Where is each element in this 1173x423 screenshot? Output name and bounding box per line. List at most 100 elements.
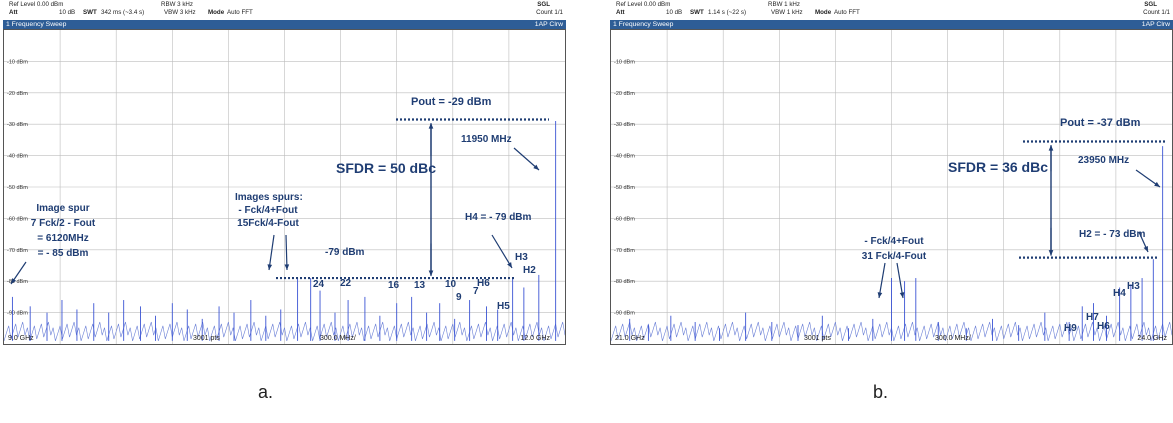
h2-label: H2 — [523, 265, 536, 276]
count-label: Count 1/1 — [536, 9, 563, 16]
y-tick-label: -80 dBm — [7, 279, 28, 285]
h6-label: H6 — [1097, 321, 1110, 332]
spur-24-label: 24 — [313, 279, 325, 290]
plot-footer: 21.0 GHz 3001 pts 300.0 MHz/ 24.0 GHz — [610, 333, 1173, 344]
plot-footer: 9.0 GHz 3001 pts 300.0 MHz/ 12.0 GHz — [3, 333, 566, 344]
arrow-head — [1048, 145, 1054, 151]
vbw-value: VBW 3 kHz — [164, 9, 196, 16]
mode-value: Auto FFT — [834, 9, 860, 16]
att-value: 10 dB — [666, 9, 683, 16]
sfdr-label: SFDR = 36 dBc — [948, 159, 1048, 175]
spur-22-label: 22 — [340, 278, 352, 289]
sgl-label: SGL — [1144, 1, 1157, 8]
sweep-title: 1 Frequency Sweep — [613, 21, 674, 28]
carrier-label: 11950 MHz — [461, 134, 512, 145]
h2-label: H2 = - 73 dBm — [1079, 229, 1146, 240]
swt-value: 342 ms (~3.4 s) — [101, 9, 145, 16]
images-spurs-line-3: 15Fck/4-Fout — [237, 218, 299, 229]
y-tick-label: -50 dBm — [7, 185, 28, 191]
trace-label: 1AP Clrw — [1141, 21, 1170, 28]
y-tick-label: -10 dBm — [7, 59, 28, 65]
y-tick-label: -90 dBm — [614, 311, 635, 317]
points-count: 3001 pts — [804, 335, 831, 342]
arrow-head — [428, 123, 434, 129]
h3-label: H3 — [1127, 281, 1140, 292]
h4-label: H4 — [1113, 288, 1126, 299]
ref-level: Ref Level 0.00 dBm — [616, 1, 671, 8]
pout-label: Pout = -29 dBm — [411, 96, 492, 108]
mode-value: Auto FFT — [227, 9, 253, 16]
images-spurs-note: - Fck/4+Fout 31 Fck/4-Fout — [854, 234, 934, 264]
image-spur-line-4: = - 85 dBm — [37, 248, 89, 259]
ref-level: Ref Level 0.00 dBm — [9, 1, 64, 8]
att-value: 10 dB — [59, 9, 76, 16]
y-tick-label: -30 dBm — [614, 122, 635, 128]
panel-a: Ref Level 0.00 dBm Att 10 dB SWT 342 ms … — [3, 0, 566, 350]
y-tick-label: -70 dBm — [614, 248, 635, 254]
spectrum-plot: -10 dBm -20 dBm -30 dBm -40 dBm -50 dBm -60 d… — [610, 29, 1173, 345]
y-tick-label: -60 dBm — [614, 216, 635, 222]
sweep-title-bar: 1 Frequency Sweep 1AP Clrw — [3, 20, 566, 29]
span-per-div: 300.0 MHz/ — [935, 335, 971, 342]
y-tick-label: -50 dBm — [614, 185, 635, 191]
image-spur-line-3: = 6120MHz — [37, 233, 89, 244]
arrow-head — [877, 292, 883, 298]
arrow-head — [1048, 250, 1054, 256]
stop-freq: 24.0 GHz — [1137, 335, 1167, 342]
y-tick-label: -30 dBm — [7, 122, 28, 128]
spur-16-label: 16 — [388, 280, 400, 291]
stop-freq: 12.0 GHz — [520, 335, 550, 342]
spur-9-label: 9 — [456, 292, 462, 303]
spectrum-plot: -10 dBm -20 dBm -30 dBm -40 dBm -50 dBm -60 d… — [3, 29, 566, 345]
att-label: Att — [616, 9, 625, 16]
image-spur-line-1: Image spur — [36, 203, 90, 214]
h4-label: H4 = - 79 dBm — [465, 212, 532, 223]
rbw-value: RBW 1 kHz — [768, 1, 800, 8]
sweep-title-bar: 1 Frequency Sweep 1AP Clrw — [610, 20, 1173, 29]
arrow-head — [267, 264, 273, 270]
spur-13-label: 13 — [414, 280, 426, 291]
mode-label: Mode — [815, 9, 832, 16]
count-label: Count 1/1 — [1143, 9, 1170, 16]
h5-label: H5 — [497, 301, 510, 312]
panel-b: Ref Level 0.00 dBm Att 10 dB SWT 1.14 s … — [610, 0, 1173, 350]
caption-b: b. — [873, 382, 889, 402]
y-tick-label: -40 dBm — [614, 154, 635, 160]
pout-label: Pout = -37 dBm — [1060, 117, 1141, 129]
images-spurs-line-1: Images spurs: — [235, 192, 303, 203]
att-label: Att — [9, 9, 18, 16]
h3-label: H3 — [515, 252, 528, 263]
images-spurs-line-3: 31 Fck/4-Fout — [861, 251, 927, 262]
swt-value: 1.14 s (~22 s) — [708, 9, 747, 16]
spectrum-chart: -10 dBm -20 dBm -30 dBm -40 dBm -50 dBm -60 d… — [611, 30, 1172, 344]
y-tick-label: -80 dBm — [614, 279, 635, 285]
sfdr-label: SFDR = 50 dBc — [336, 160, 436, 176]
y-tick-label: -90 dBm — [7, 311, 28, 317]
swt-label: SWT — [83, 9, 97, 16]
arrow-head — [1154, 181, 1160, 187]
images-spurs-note: Images spurs: - Fck/4+Fout 15Fck/4-Fout — [235, 191, 303, 230]
image-spur-note: Image spur 7 Fck/2 - Fout = 6120MHz = - … — [17, 201, 109, 261]
y-tick-label: -40 dBm — [7, 154, 28, 160]
y-tick-label: -20 dBm — [614, 91, 635, 97]
y-tick-label: -10 dBm — [614, 59, 635, 65]
spur-7-label: 7 — [473, 286, 479, 297]
instrument-header: Ref Level 0.00 dBm Att 10 dB SWT 1.14 s … — [610, 0, 1173, 21]
y-tick-label: -20 dBm — [7, 91, 28, 97]
swt-label: SWT — [690, 9, 704, 16]
rbw-value: RBW 3 kHz — [161, 1, 193, 8]
images-spurs-line-2: - Fck/4+Fout — [238, 205, 298, 216]
trace-label: 1AP Clrw — [534, 21, 563, 28]
floor-label: -79 dBm — [325, 247, 365, 258]
instrument-header: Ref Level 0.00 dBm Att 10 dB SWT 342 ms … — [3, 0, 566, 21]
points-count: 3001 pts — [193, 335, 220, 342]
spur-10-label: 10 — [445, 279, 457, 290]
image-spur-line-2: 7 Fck/2 - Fout — [30, 218, 96, 229]
arrow-head — [899, 292, 905, 298]
sweep-title: 1 Frequency Sweep — [6, 21, 67, 28]
sgl-label: SGL — [537, 1, 550, 8]
start-freq: 9.0 GHz — [8, 335, 34, 342]
images-spurs-line-2: - Fck/4+Fout — [864, 236, 924, 247]
span-per-div: 300.0 MHz/ — [320, 335, 356, 342]
start-freq: 21.0 GHz — [615, 335, 645, 342]
